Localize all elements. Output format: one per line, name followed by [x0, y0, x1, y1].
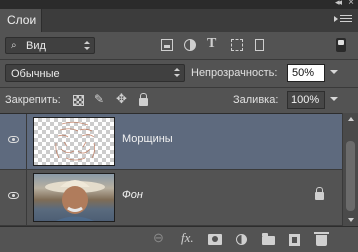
trash-icon[interactable]	[314, 232, 329, 246]
tab-layers[interactable]: Слои	[0, 9, 42, 32]
portrait-photo-icon	[45, 180, 105, 221]
lock-row: Закрепить: ✎ ✥ Заливка: 100%	[0, 88, 358, 113]
blend-mode-select[interactable]: Обычные	[5, 64, 185, 82]
visibility-toggle[interactable]	[0, 170, 27, 225]
lock-all-icon[interactable]	[139, 93, 148, 106]
panel-menu-icon[interactable]	[334, 15, 352, 25]
close-icon[interactable]: ×	[348, 0, 354, 8]
opacity-dropdown-icon[interactable]	[330, 70, 338, 74]
filter-kind-label: Вид	[26, 40, 46, 52]
opacity-label: Непрозрачность:	[191, 67, 278, 79]
add-mask-icon[interactable]	[208, 234, 222, 245]
fx-icon[interactable]: fx.	[181, 230, 195, 245]
filter-row: ⌕ Вид T	[0, 32, 358, 59]
collapse-icon[interactable]: ◂◂	[335, 0, 342, 8]
layer-row[interactable]: Морщины	[0, 114, 342, 170]
fill-input[interactable]: 100%	[287, 91, 325, 109]
search-icon: ⌕	[11, 40, 17, 51]
type-filter-icon[interactable]: T	[207, 36, 219, 51]
bottom-toolbar: ⊖ fx.	[0, 226, 358, 252]
layer-thumbnail	[33, 117, 115, 166]
scrollbar-thumb[interactable]	[346, 141, 355, 211]
eye-icon	[8, 136, 19, 143]
layers-list: Морщины Фон	[0, 113, 342, 226]
layer-name[interactable]: Морщины	[122, 133, 173, 145]
group-folder-icon[interactable]	[262, 233, 275, 245]
layer-name[interactable]: Фон	[122, 189, 143, 201]
lock-pixels-brush-icon[interactable]: ✎	[94, 92, 105, 106]
link-layers-icon[interactable]: ⊖	[153, 230, 167, 245]
fill-label: Заливка:	[233, 94, 279, 106]
visibility-toggle[interactable]	[0, 114, 27, 169]
blend-row: Обычные Непрозрачность: 50%	[0, 60, 358, 87]
new-layer-icon[interactable]	[289, 234, 300, 246]
layer-lock-icon	[315, 187, 324, 200]
adjustment-filter-icon[interactable]	[184, 39, 196, 51]
lock-transparency-icon[interactable]	[73, 95, 84, 106]
updown-arrows-icon	[84, 41, 90, 51]
filter-toggle-icon[interactable]	[336, 38, 346, 52]
eye-icon	[8, 192, 19, 199]
opacity-input[interactable]: 50%	[287, 64, 325, 82]
layer-row[interactable]: Фон	[0, 170, 342, 226]
pixel-filter-icon[interactable]	[161, 39, 173, 51]
tab-row: Слои	[0, 9, 358, 32]
smart-object-filter-icon[interactable]	[255, 39, 264, 51]
adjustment-layer-icon[interactable]	[236, 234, 247, 245]
updown-arrows-icon	[174, 68, 180, 78]
filter-kind-select[interactable]: ⌕ Вид	[5, 37, 95, 54]
scroll-up-icon[interactable]	[348, 117, 354, 121]
wrinkles-sketch-icon	[55, 121, 96, 161]
layers-panel: ◂◂ × Слои ⌕ Вид T Обычные Непрозрачность…	[0, 0, 358, 252]
lock-position-move-icon[interactable]: ✥	[116, 91, 127, 106]
lock-label: Закрепить:	[5, 94, 61, 106]
panel-title-strip: ◂◂ ×	[0, 0, 358, 9]
scroll-down-icon[interactable]	[348, 218, 354, 222]
layer-thumbnail	[33, 173, 115, 222]
blend-mode-label: Обычные	[11, 68, 60, 80]
scrollbar[interactable]	[342, 113, 358, 226]
shape-filter-icon[interactable]	[231, 39, 243, 51]
fill-dropdown-icon[interactable]	[330, 97, 338, 101]
